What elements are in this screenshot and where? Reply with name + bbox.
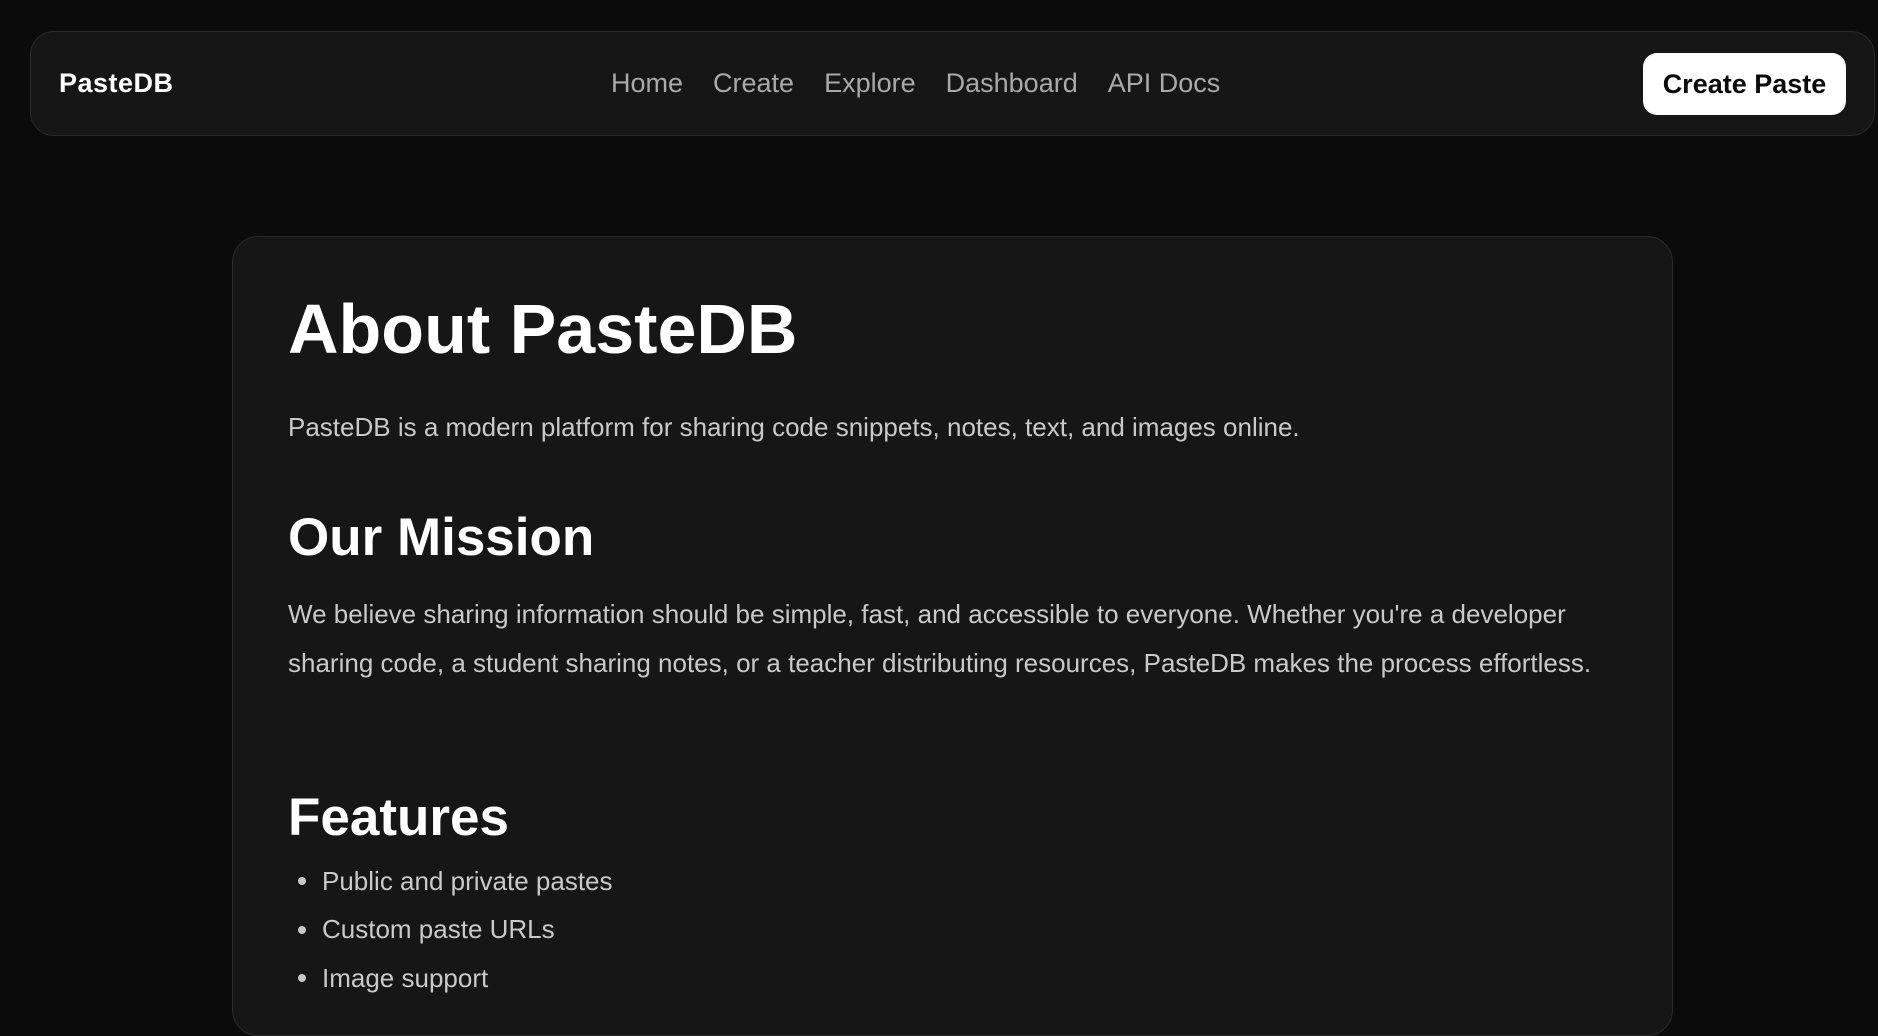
brand-logo[interactable]: PasteDB <box>59 32 174 135</box>
nav-link-dashboard[interactable]: Dashboard <box>946 68 1078 99</box>
feature-label: Public and private pastes <box>322 865 613 896</box>
nav-links: Home Create Explore Dashboard API Docs <box>611 32 1220 135</box>
top-navbar: PasteDB Home Create Explore Dashboard AP… <box>30 31 1875 136</box>
nav-link-api-docs[interactable]: API Docs <box>1108 68 1221 99</box>
features-heading: Features <box>288 788 509 847</box>
bullet-icon <box>298 925 306 934</box>
feature-label: Custom paste URLs <box>322 914 555 945</box>
mission-heading: Our Mission <box>288 508 595 567</box>
bullet-icon <box>298 974 306 983</box>
list-item: Custom paste URLs <box>288 906 613 955</box>
nav-link-home[interactable]: Home <box>611 68 683 99</box>
intro-text: PasteDB is a modern platform for sharing… <box>288 412 1300 442</box>
mission-text: We believe sharing information should be… <box>288 599 1592 678</box>
list-item: Public and private pastes <box>288 857 613 906</box>
about-card: About PasteDB PasteDB is a modern platfo… <box>232 236 1673 1036</box>
page-title: About PasteDB <box>288 290 798 368</box>
nav-link-explore[interactable]: Explore <box>824 68 916 99</box>
bullet-icon <box>298 877 306 886</box>
list-item: Image support <box>288 954 613 1003</box>
feature-label: Image support <box>322 962 489 993</box>
create-paste-button[interactable]: Create Paste <box>1643 53 1846 115</box>
nav-link-create[interactable]: Create <box>713 68 794 99</box>
features-list: Public and private pastes Custom paste U… <box>288 857 613 1003</box>
